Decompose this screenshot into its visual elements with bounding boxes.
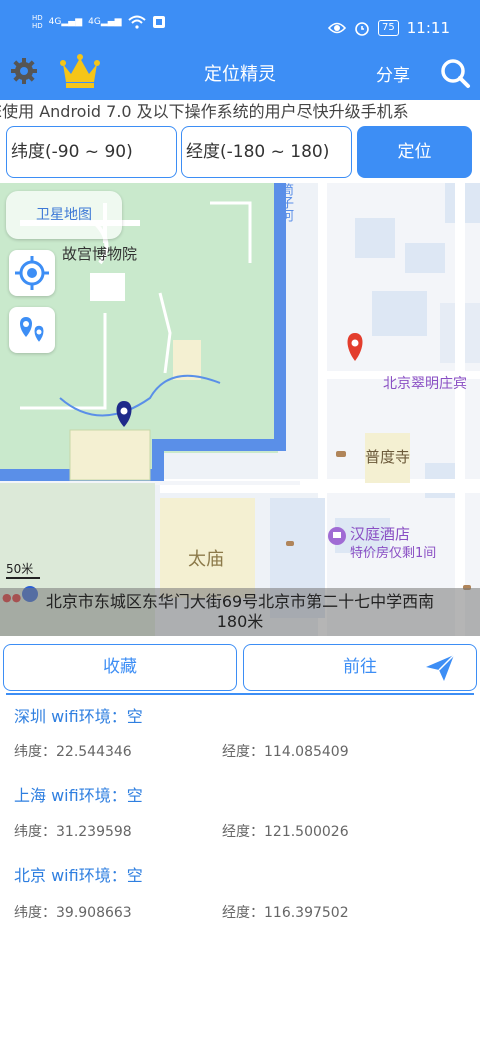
app-toolbar: 定位精灵 分享 bbox=[0, 40, 480, 100]
navigate-arrow-icon bbox=[426, 654, 455, 681]
status-icons-right: 75 11:11 bbox=[328, 19, 450, 37]
address-text: 北京市东城区东华门大街69号北京市第二十七中学西南 bbox=[45, 592, 435, 611]
label-pudu-temple: 普度寺 bbox=[365, 448, 411, 466]
distance-text: 180米 bbox=[216, 612, 264, 631]
status-icons-left: HD HD 4G▂▄▆ 4G▂▄▆ bbox=[32, 14, 166, 30]
preset-lat-shenzhen: 纬度：22.544346 bbox=[14, 744, 132, 760]
latitude-field[interactable] bbox=[6, 126, 177, 178]
goto-label: 前往 bbox=[343, 657, 377, 677]
preset-lng-shenzhen: 经度：114.085409 bbox=[222, 744, 349, 760]
notice-marquee: E使用 Android 7.0 及以下操作系统的用户尽快升级手机系 bbox=[0, 100, 480, 124]
label-hotel-promo: 特价房仅剩1间 bbox=[350, 546, 437, 561]
notification-icon bbox=[152, 16, 165, 28]
label-taimiao: 太庙 bbox=[188, 549, 224, 570]
preset-title-beijing[interactable]: 北京 wifi环境：空 bbox=[14, 862, 143, 886]
divider bbox=[6, 693, 474, 695]
preset-title-shenzhen[interactable]: 深圳 wifi环境：空 bbox=[14, 703, 143, 727]
wifi-icon bbox=[127, 15, 146, 29]
signal-icon-2: 4G▂▄▆ bbox=[88, 17, 122, 27]
longitude-field[interactable] bbox=[181, 126, 352, 178]
locate-target-icon bbox=[15, 256, 49, 290]
clock: 11:11 bbox=[406, 19, 450, 37]
preset-lat-beijing: 纬度：39.908663 bbox=[14, 905, 132, 921]
satellite-map-button[interactable]: 卫星地图 bbox=[6, 191, 122, 239]
address-bar: 北京市东城区东华门大街69号北京市第二十七中学西南 180米 bbox=[0, 588, 480, 636]
scale-bar: 50米 bbox=[6, 560, 40, 579]
label-hanting-hotel: 汉庭酒店 bbox=[350, 525, 411, 543]
scale-label: 50米 bbox=[6, 562, 34, 576]
share-button[interactable]: 分享 bbox=[376, 61, 410, 86]
hd-icon: HD HD bbox=[32, 14, 43, 30]
battery-icon: 75 bbox=[378, 20, 399, 36]
favorite-button[interactable]: 收藏 bbox=[3, 644, 237, 691]
label-forbidden-city: 故宫博物院 bbox=[62, 245, 138, 263]
eye-icon bbox=[328, 22, 347, 34]
label-river: 筒子河 bbox=[278, 183, 293, 222]
preset-lng-beijing: 经度：116.397502 bbox=[222, 905, 349, 921]
goto-button[interactable]: 前往 bbox=[243, 644, 477, 691]
longitude-input[interactable] bbox=[182, 127, 351, 177]
preset-lng-shanghai: 经度：121.500026 bbox=[222, 824, 349, 840]
latitude-input[interactable] bbox=[7, 127, 176, 177]
route-button[interactable] bbox=[9, 307, 55, 353]
locate-button[interactable]: 定位 bbox=[357, 126, 472, 178]
signal-icon: 4G▂▄▆ bbox=[48, 17, 83, 27]
preset-title-shanghai[interactable]: 上海 wifi环境：空 bbox=[14, 782, 143, 806]
search-icon[interactable] bbox=[439, 57, 471, 89]
alarm-icon bbox=[355, 22, 369, 36]
preset-lat-shanghai: 纬度：31.239598 bbox=[14, 824, 132, 840]
label-cuiming: 北京翠明庄宾 bbox=[383, 376, 467, 392]
multi-pin-icon bbox=[20, 317, 45, 345]
notice-text: E使用 Android 7.0 及以下操作系统的用户尽快升级手机系 bbox=[0, 102, 409, 121]
map-view[interactable]: 故宫博物院 太庙 普度寺 汉庭酒店 特价房仅剩1间 北京翠明庄宾 筒子河 卫星地… bbox=[0, 183, 480, 636]
my-location-button[interactable] bbox=[9, 250, 55, 296]
